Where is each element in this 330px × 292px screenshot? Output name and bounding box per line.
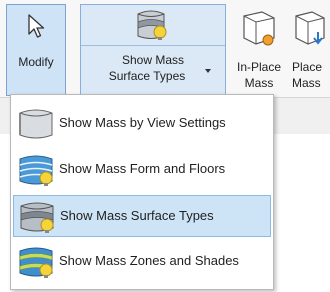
menu-item-label: Show Mass by View Settings xyxy=(59,115,226,130)
show-mass-label-line2: Surface Types xyxy=(108,69,186,83)
mass-zones-shades-icon xyxy=(16,244,56,283)
in-place-mass-label-line1: In-Place xyxy=(236,60,282,74)
menu-item-by-view-settings[interactable]: Show Mass by View Settings xyxy=(13,103,271,145)
menu-item-label: Show Mass Surface Types xyxy=(60,208,214,223)
in-place-mass-label-line2: Mass xyxy=(244,76,274,90)
place-mass-icon xyxy=(292,8,328,54)
cursor-arrow-icon xyxy=(26,13,46,45)
place-mass-label-line2: Mass xyxy=(292,76,321,90)
mass-surface-types-icon xyxy=(135,8,169,46)
in-place-mass-icon xyxy=(240,8,278,54)
place-mass-button[interactable]: Place Mass xyxy=(288,4,330,96)
modify-label: Modify xyxy=(18,55,54,69)
show-mass-surface-types-button[interactable]: Show Mass Surface Types xyxy=(80,4,226,96)
show-mass-label-line1: Show Mass xyxy=(121,53,185,67)
show-mass-dropdown-menu: Show Mass by View Settings Show Mass For… xyxy=(10,94,274,290)
menu-item-label: Show Mass Form and Floors xyxy=(59,161,226,176)
place-mass-label-line1: Place xyxy=(292,60,323,74)
menu-item-zones-and-shades[interactable]: Show Mass Zones and Shades xyxy=(13,241,271,283)
menu-item-form-and-floors[interactable]: Show Mass Form and Floors xyxy=(13,149,271,191)
menu-item-label: Show Mass Zones and Shades xyxy=(59,253,239,268)
split-divider xyxy=(81,45,225,46)
in-place-mass-button[interactable]: In-Place Mass xyxy=(230,4,288,96)
menu-item-surface-types[interactable]: Show Mass Surface Types xyxy=(13,195,271,237)
modify-button[interactable]: Modify xyxy=(6,4,66,96)
mass-form-floors-icon xyxy=(16,152,56,191)
mass-view-settings-icon xyxy=(16,106,56,145)
chevron-down-icon[interactable] xyxy=(205,69,211,73)
mass-surface-types-icon xyxy=(17,199,57,238)
